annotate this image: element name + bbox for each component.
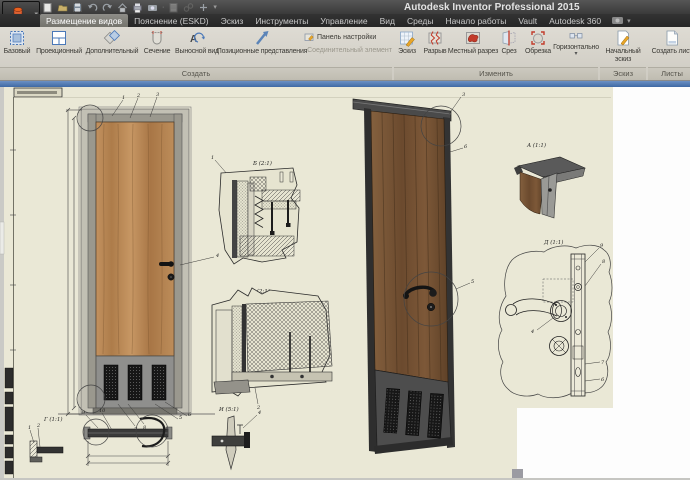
detail-view-button[interactable]: A Выносной вид <box>174 29 220 56</box>
svg-text:1: 1 <box>122 95 125 101</box>
add-icon[interactable] <box>198 2 209 13</box>
svg-text:2: 2 <box>136 93 140 99</box>
app-title: Autodesk Inventor Professional 2015 <box>404 2 580 13</box>
sketch-icon <box>398 29 416 47</box>
settings-panel-icon <box>304 32 315 43</box>
drawing-canvas[interactable]: 1 2 3 4 7 8 5 6 9 10 Г (1:1) 1 2 <box>0 87 690 480</box>
slice-icon <box>500 29 518 47</box>
svg-text:3: 3 <box>156 92 159 98</box>
ribbon-bottom-accent <box>0 80 690 87</box>
svg-text:10: 10 <box>99 408 106 414</box>
link-icon[interactable] <box>183 2 194 13</box>
break-icon <box>426 29 444 47</box>
start-sketch-icon <box>614 29 632 47</box>
tab-sketch[interactable]: Эскиз <box>215 14 250 27</box>
auxiliary-view-icon <box>103 29 121 47</box>
home-icon[interactable] <box>117 2 128 13</box>
ribbon-group-sketch: Начальный эскиз Эскиз <box>600 27 646 80</box>
canvas-outside-sheet-bottom <box>517 408 690 480</box>
horizontal-dropdown-caret: ▾ <box>574 52 577 56</box>
projected-view-icon <box>50 29 68 47</box>
base-view-icon <box>8 29 26 47</box>
qat-more-icon[interactable]: ▾ <box>213 1 217 14</box>
ribbon-group-modify: Эскиз Разрыв Местный разрез Срез Обрезка… <box>394 27 598 80</box>
svg-text:Д (1:1): Д (1:1) <box>543 239 563 246</box>
svg-text:Б (2:1): Б (2:1) <box>252 160 272 167</box>
svg-text:8: 8 <box>602 259 605 265</box>
ribbon-group-create: Базовый Проекционный Дополнительный Сече… <box>0 27 392 80</box>
save-icon[interactable] <box>72 2 83 13</box>
left-scrollbar-thumb[interactable] <box>0 222 4 254</box>
tab-tools[interactable]: Инструменты <box>249 14 314 27</box>
connector-element-button[interactable]: Соединительный элемент <box>304 45 392 56</box>
sketch-button[interactable]: Эскиз <box>394 29 420 56</box>
group-label-sketch: Эскиз <box>600 67 646 80</box>
tab-vault[interactable]: Vault <box>512 14 543 27</box>
base-view-button[interactable]: Базовый <box>0 29 34 56</box>
annotate-icon[interactable] <box>168 2 179 13</box>
tab-manage[interactable]: Управление <box>314 14 373 27</box>
connector-element-icon <box>304 45 305 56</box>
section-view-button[interactable]: Сечение <box>140 29 174 56</box>
undo-icon[interactable] <box>87 2 98 13</box>
breakout-button[interactable]: Местный разрез <box>450 29 496 56</box>
break-button[interactable]: Разрыв <box>420 29 450 56</box>
svg-text:1: 1 <box>211 155 214 161</box>
group-label-create: Создать <box>0 67 392 80</box>
svg-text:5: 5 <box>179 415 182 421</box>
svg-text:3: 3 <box>462 92 465 98</box>
ribbon: Базовый Проекционный Дополнительный Сече… <box>0 27 690 80</box>
tab-autodesk360[interactable]: Autodesk 360 <box>543 14 607 27</box>
svg-text:4: 4 <box>215 253 219 259</box>
svg-text:A: A <box>190 34 197 45</box>
svg-text:1: 1 <box>28 425 31 431</box>
ribbon-group-sheets: Создать лист Листы <box>648 27 690 80</box>
positional-representations-button[interactable]: Позиционные представления <box>220 29 304 56</box>
new-sheet-button[interactable]: Создать лист <box>648 29 690 56</box>
quick-access-toolbar[interactable]: · ▾ <box>42 1 217 14</box>
tab-view[interactable]: Вид <box>374 14 401 27</box>
svg-text:2: 2 <box>256 405 260 411</box>
tab-extra-tools[interactable]: ▾ <box>607 14 636 27</box>
tab-annotate-eskd[interactable]: Пояснение (ESKD) <box>128 14 214 27</box>
open-icon[interactable] <box>57 2 68 13</box>
svg-text:И (5:1): И (5:1) <box>218 406 239 413</box>
crop-button[interactable]: Обрезка <box>522 29 554 56</box>
settings-panel-button[interactable]: Панель настройки <box>304 32 392 43</box>
camera-icon[interactable] <box>147 2 158 13</box>
new-sheet-icon <box>663 29 681 47</box>
svg-text:А (1:1): А (1:1) <box>526 142 546 149</box>
group-label-sheets: Листы <box>648 67 690 80</box>
tab-get-started[interactable]: Начало работы <box>439 14 512 27</box>
screencast-icon <box>612 16 625 25</box>
redo-icon[interactable] <box>102 2 113 13</box>
left-scrollbar[interactable] <box>0 87 4 478</box>
horizontal-button[interactable]: Горизонтально ▾ <box>554 29 598 56</box>
svg-text:4: 4 <box>530 329 534 335</box>
projected-view-button[interactable]: Проекционный <box>34 29 84 56</box>
breakout-icon <box>464 29 482 47</box>
positional-representations-icon <box>253 29 271 47</box>
horizontal-icon <box>569 29 583 43</box>
qat-separator: · <box>162 1 164 14</box>
ribbon-tab-bar: Размещение видов Пояснение (ESKD) Эскиз … <box>0 14 690 27</box>
group-label-modify: Изменить <box>394 67 598 80</box>
new-file-icon[interactable] <box>42 2 53 13</box>
scroll-corner-nub[interactable] <box>512 469 523 478</box>
detail-view-icon: A <box>188 29 206 47</box>
auxiliary-view-button[interactable]: Дополнительный <box>84 29 140 56</box>
tab-place-views[interactable]: Размещение видов <box>40 14 128 27</box>
tab-environments[interactable]: Среды <box>401 14 439 27</box>
section-view-icon <box>148 29 166 47</box>
svg-text:2: 2 <box>36 423 40 429</box>
svg-text:5: 5 <box>471 279 474 285</box>
create-group-small-buttons: Панель настройки Соединительный элемент <box>304 29 392 56</box>
crop-icon <box>529 29 547 47</box>
svg-text:Г (1:1): Г (1:1) <box>43 416 63 423</box>
print-icon[interactable] <box>132 2 143 13</box>
slice-button[interactable]: Срез <box>496 29 522 56</box>
title-bar: · ▾ Autodesk Inventor Professional 2015 <box>0 0 690 14</box>
start-sketch-button[interactable]: Начальный эскиз <box>600 29 646 63</box>
